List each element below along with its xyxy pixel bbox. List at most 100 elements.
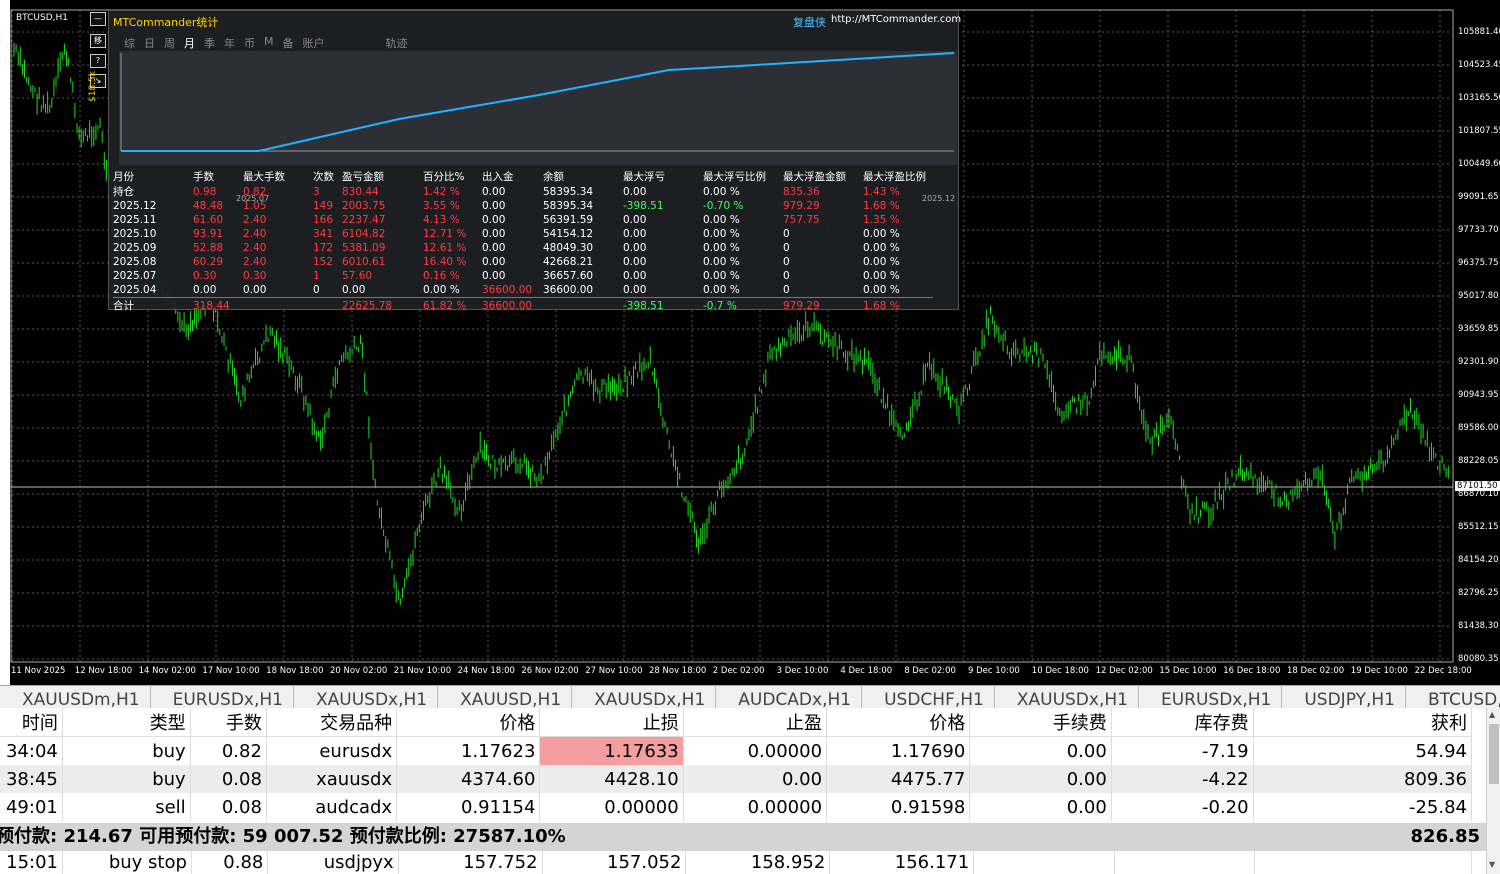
symbol-tab[interactable]: BTCUSD,H1 (1406, 686, 1500, 708)
time-axis-label: 21 Nov 10:00 (393, 666, 452, 676)
stats-tab[interactable]: M (264, 35, 274, 51)
stats-cell: 1.68 % (863, 200, 900, 212)
trade-header-cell[interactable]: 手数 (190, 708, 267, 737)
trade-cell: 0.00000 (683, 736, 828, 765)
trade-cell: 0.82 (190, 736, 267, 765)
stats-cell: 979.29 (783, 297, 863, 313)
symbol-tab[interactable]: USDCHF,H1 (862, 686, 995, 708)
stats-tab[interactable]: 币 (244, 35, 255, 51)
stats-tab[interactable]: 综 (124, 35, 135, 51)
stats-header-cell: 月份 (113, 171, 134, 183)
stats-cell: 172 (313, 242, 334, 254)
trade-header-cell[interactable]: 类型 (62, 708, 191, 737)
minimize-button[interactable]: — (90, 12, 106, 26)
trade-header-cell[interactable]: 获利 (1253, 708, 1473, 737)
stats-cell: 1.43 % (863, 185, 900, 198)
trade-header-cell[interactable]: 价格 (396, 708, 541, 737)
trade-cell: 0.00 (683, 765, 828, 793)
scroll-thumb[interactable] (1489, 724, 1499, 784)
stats-tab[interactable]: 年 (224, 35, 235, 51)
symbol-tab[interactable]: AUDCADx,H1 (716, 686, 863, 708)
stats-row: 2025.04 0.00 0.00 0 0.00 0.00 % 36600.00 36600.… (113, 283, 933, 298)
stats-cell: 61.60 (193, 214, 224, 226)
trade-header-cell[interactable]: 止损 (539, 708, 684, 737)
trade-header-cell[interactable]: 价格 (826, 708, 971, 737)
stats-cell: 0.00 (482, 185, 506, 198)
symbol-tab[interactable]: USDJPY,H1 (1282, 686, 1406, 708)
trade-header-cell[interactable]: 止盈 (683, 708, 828, 737)
stats-cell (243, 297, 313, 313)
stats-row: 2025.07 0.30 0.30 1 57.60 0.16 % 0.00 36657.60 0… (113, 269, 933, 283)
symbol-tab[interactable]: XAUUSDx,H1 (294, 686, 439, 708)
stats-tab[interactable]: 月 (184, 35, 195, 51)
symbol-tab[interactable]: XAUUSDm,H1 (0, 686, 151, 708)
terminal-scrollbar[interactable]: ▲ ▼ (1486, 708, 1500, 874)
stats-tab[interactable]: 周 (164, 35, 175, 51)
stats-tab[interactable]: 备 (283, 35, 294, 51)
stats-brand-link[interactable]: 复盘侠 (793, 14, 826, 30)
pending-order-row[interactable]: 15:01 buy stop 0.88 usdjpyx 157.752 157.052 15… (0, 851, 1472, 874)
stats-header-cell: 出入金 (482, 171, 514, 183)
stats-cell: 2025.04 (113, 284, 157, 296)
price-axis-label: 95017.80 (1458, 291, 1499, 301)
stats-tab[interactable]: 账户 (303, 35, 325, 51)
trade-header-cell[interactable]: 时间 (0, 708, 63, 737)
stats-cell: 0.00 (482, 256, 506, 268)
price-axis-label: 96375.75 (1458, 258, 1499, 268)
stats-cell: 166 (313, 214, 334, 226)
trade-header-cell[interactable]: 手续费 (969, 708, 1112, 737)
stats-cell: 1 (313, 270, 320, 282)
symbol-tab[interactable]: EURUSDx,H1 (151, 686, 294, 708)
time-axis-label: 4 Dec 18:00 (840, 666, 893, 676)
stats-cell: 0.00 % (703, 228, 740, 240)
price-chart[interactable]: BTCUSD,H1 — 移 ? ↘ $18.5k 105881.40 104523… (0, 0, 1500, 685)
scroll-up-icon[interactable]: ▲ (1489, 710, 1495, 719)
scroll-down-icon[interactable]: ▼ (1489, 860, 1495, 869)
stats-cell: 149 (313, 200, 334, 212)
stats-cell: 0.00 % (863, 242, 900, 254)
time-axis-label: 20 Nov 02:00 (330, 666, 388, 676)
stats-cell: 341 (313, 228, 334, 240)
symbol-tab[interactable]: EURUSDx,H1 (1139, 686, 1283, 708)
trade-row[interactable]: 49:01 sell 0.08 audcadx 0.91154 0.00000 0.0000… (0, 793, 1473, 821)
stats-cell: 56391.59 (543, 214, 594, 226)
stats-cell: 0.00 (243, 284, 267, 296)
price-axis-label: 89586.00 (1458, 423, 1499, 433)
symbol-tab[interactable]: XAUUSDx,H1 (572, 686, 717, 708)
move-button[interactable]: 移 (90, 34, 106, 48)
pending-order-table: 15:01 buy stop 0.88 usdjpyx 157.752 157.052 15… (0, 851, 1472, 874)
stats-cell: 0.00 (623, 284, 647, 296)
stats-cell: 12.61 % (423, 242, 467, 254)
stats-cell: 2025.12 (113, 200, 157, 212)
price-axis-label: 84154.20 (1458, 555, 1499, 565)
stats-tab[interactable]: 季 (204, 35, 215, 51)
symbol-tab[interactable]: XAUUSDx,H1 (995, 686, 1139, 708)
stats-website-link[interactable]: http://MTCommander.com (831, 14, 961, 25)
stats-total-row: 合计 318.44 22625.78 61.82 % 36600.00 -398.51 -0… (113, 297, 933, 313)
stats-cell: 0.00 (482, 270, 506, 282)
trade-header-cell[interactable]: 交易品种 (266, 708, 398, 737)
stats-tab[interactable]: 日 (144, 35, 155, 51)
stats-cell: 2237.47 (342, 214, 386, 226)
trade-table: 时间 类型 手数 交易品种 价格 止损 止盈 价格 手续费 库存费 获利 34:04 buy 0.82 e… (0, 708, 1473, 821)
trade-cell: 0.00000 (683, 793, 828, 821)
stats-row: 2025.12 48.48 1.05 149 2003.75 3.55 % 0.00 5839… (113, 199, 933, 213)
mtcommander-stats-panel: MTCommander统计 复盘侠 http://MTCommander.com… (108, 10, 961, 313)
stats-cell: 0.30 (193, 270, 217, 282)
price-axis-label: 105881.40 (1458, 27, 1500, 37)
help-button[interactable]: ? (90, 54, 106, 68)
trade-cell: 4428.10 (539, 765, 684, 793)
trade-row[interactable]: 38:45 buy 0.08 xauusdx 4374.60 4428.10 0.00 447… (0, 765, 1473, 793)
stats-cell: 0.00 % (703, 270, 740, 282)
stats-tab[interactable]: 轨迹 (386, 35, 408, 51)
trade-cell: -4.22 (1111, 765, 1254, 793)
symbol-tab[interactable]: XAUUSD,H1 (438, 686, 573, 708)
trade-cell: -25.84 (1253, 793, 1473, 821)
stats-cell: 1.68 % (863, 297, 933, 313)
trade-row[interactable]: 34:04 buy 0.82 eurusdx 1.17623 1.17633 0.00000… (0, 736, 1473, 765)
pending-cell: 157.752 (398, 851, 543, 874)
trade-header-cell[interactable]: 库存费 (1111, 708, 1254, 737)
symbol-tab-strip: XAUUSDm,H1 EURUSDx,H1 XAUUSDx,H1 XAUUSD,H1 X… (0, 685, 1500, 708)
stats-header-cell: 最大浮亏 (623, 171, 665, 183)
stats-cell: -0.70 % (703, 200, 744, 212)
